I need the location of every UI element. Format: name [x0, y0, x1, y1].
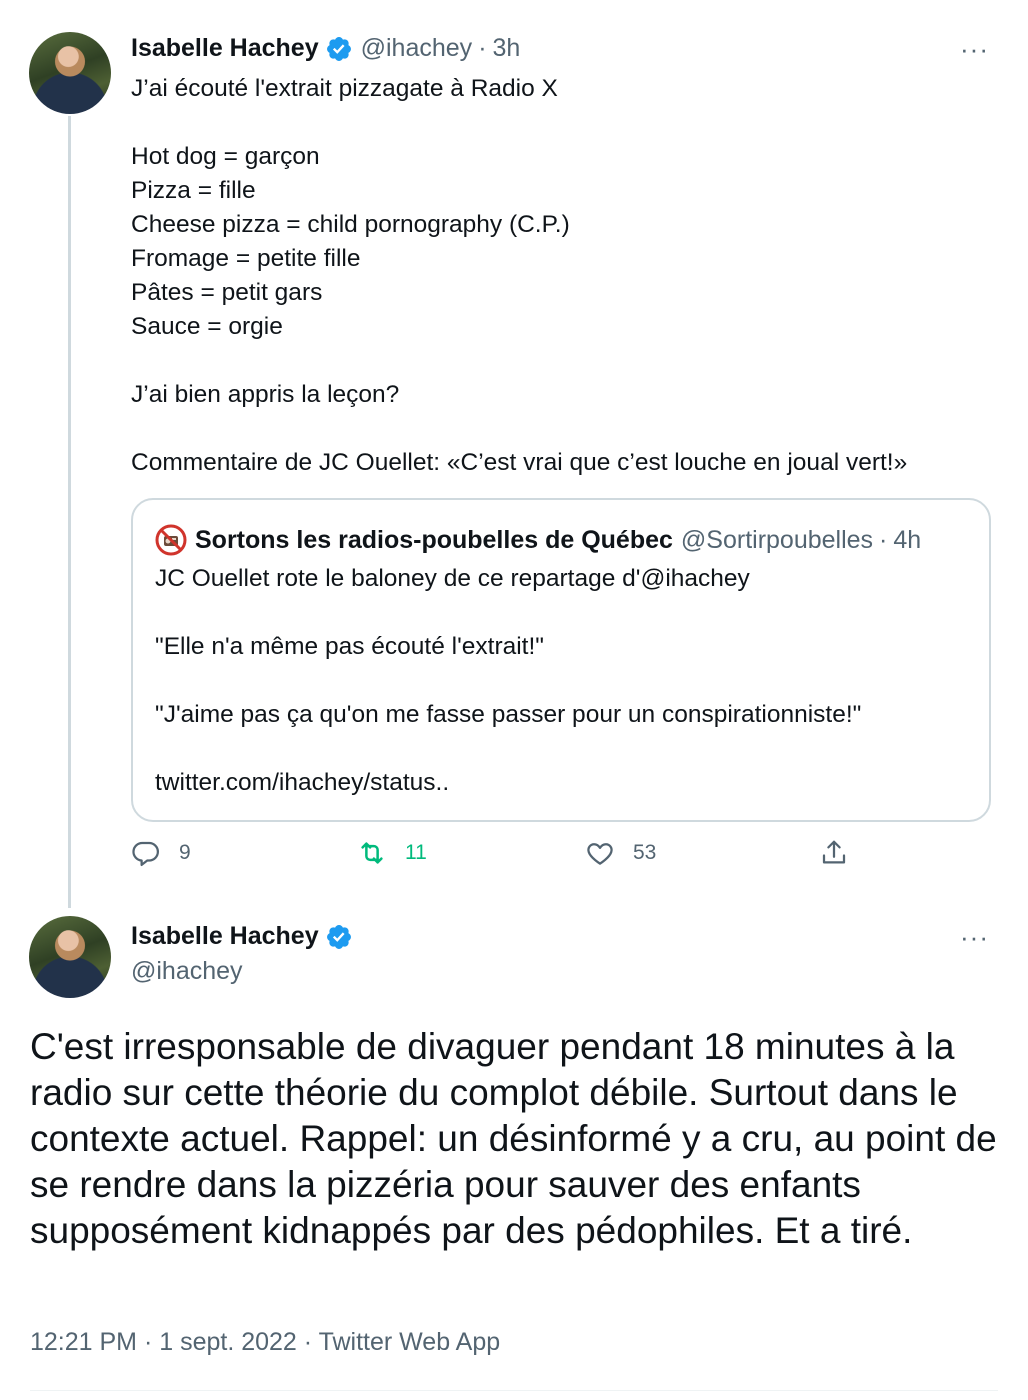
quoted-author-handle[interactable]: @Sortirpoubelles — [681, 526, 873, 555]
tweet-header: Isabelle Hachey — [131, 922, 361, 951]
quoted-tweet-text: JC Ouellet rote le baloney de ce reparta… — [155, 565, 862, 796]
reply-button[interactable]: 9 — [131, 838, 191, 868]
author-handle[interactable]: @ihachey — [361, 34, 473, 63]
quoted-tweet-header: Sortons les radios-poubelles de Québec @… — [155, 524, 921, 556]
separator-dot: · — [879, 525, 888, 554]
retweet-button[interactable]: 11 — [357, 838, 427, 868]
heart-icon — [587, 843, 613, 865]
verified-badge-icon — [326, 36, 351, 61]
avatar[interactable] — [29, 32, 111, 114]
author-handle[interactable]: @ihachey — [131, 957, 243, 986]
divider — [30, 1390, 998, 1391]
reply-icon — [132, 841, 159, 866]
more-options-button[interactable]: ··· — [960, 922, 989, 953]
main-tweet-text: C'est irresponsable de divaguer pendant … — [30, 1026, 997, 1251]
no-radio-icon — [155, 524, 187, 556]
timestamp[interactable]: 3h — [493, 34, 521, 63]
separator-dot: · — [478, 34, 487, 62]
more-options-button[interactable]: ··· — [960, 34, 989, 65]
quoted-timestamp[interactable]: 4h — [893, 526, 921, 555]
quoted-author-name[interactable]: Sortons les radios-poubelles de Québec — [195, 526, 673, 555]
like-count: 53 — [633, 841, 657, 864]
share-button[interactable] — [819, 838, 867, 868]
tweet-meta: 12:21 PM · 1 sept. 2022 · Twitter Web Ap… — [30, 1328, 501, 1356]
retweet-count: 11 — [405, 841, 427, 864]
share-icon — [822, 840, 846, 864]
verified-badge-icon — [326, 924, 351, 949]
reply-count: 9 — [179, 841, 191, 864]
tweet-actions: 9 11 53 — [131, 838, 891, 882]
tweet-header: Isabelle Hachey @ihachey · 3h — [131, 34, 520, 63]
author-name[interactable]: Isabelle Hachey — [131, 922, 319, 951]
like-button[interactable]: 53 — [585, 838, 656, 868]
tweet-text: J’ai écouté l'extrait pizzagate à Radio … — [131, 75, 908, 476]
quoted-tweet-card[interactable]: Sortons les radios-poubelles de Québec @… — [131, 498, 991, 822]
retweet-icon — [361, 842, 383, 864]
author-handle-line: @ihachey — [131, 957, 243, 986]
avatar[interactable] — [29, 916, 111, 998]
thread-connector — [68, 116, 71, 908]
author-name[interactable]: Isabelle Hachey — [131, 34, 319, 63]
